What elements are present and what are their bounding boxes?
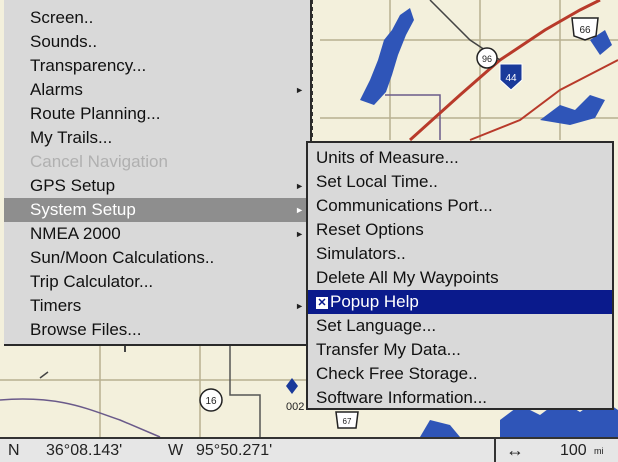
menu-item-label: Trip Calculator... (30, 272, 154, 291)
submenu-item-label: Software Information... (316, 388, 488, 407)
gps-screen: 66 96 44 16 67 002 Screen.. Sounds.. Tra… (0, 0, 618, 462)
menu-item-label: GPS Setup (30, 176, 116, 195)
submenu-item-check-free-storage[interactable]: Check Free Storage.. (308, 362, 612, 386)
submenu-item-label: Popup Help (330, 292, 419, 311)
scale-arrows-icon: ↔ (506, 440, 524, 460)
route-16-shield: 16 (199, 388, 223, 412)
submenu-item-label: Units of Measure... (316, 148, 459, 167)
menu-item-sun-moon[interactable]: Sun/Moon Calculations.. (4, 246, 310, 270)
menu-item-transparency[interactable]: Transparency... (4, 54, 310, 78)
submenu-item-communications-port[interactable]: Communications Port... (308, 194, 612, 218)
submenu-arrow-icon: ► (295, 181, 304, 191)
submenu-item-label: Reset Options (316, 220, 424, 239)
latitude-hemisphere: N (8, 442, 20, 459)
menu-item-gps-setup[interactable]: GPS Setup ► (4, 174, 310, 198)
submenu-item-delete-waypoints[interactable]: Delete All My Waypoints (308, 266, 612, 290)
submenu-item-label: Delete All My Waypoints (316, 268, 499, 287)
submenu-item-label: Simulators.. (316, 244, 406, 263)
submenu-item-software-information[interactable]: Software Information... (308, 386, 612, 410)
submenu-item-transfer-data[interactable]: Transfer My Data... (308, 338, 612, 362)
menu-item-label: Transparency... (30, 56, 147, 75)
svg-text:66: 66 (579, 25, 591, 36)
menu-item-label: Screen.. (30, 8, 94, 27)
submenu-item-simulators[interactable]: Simulators.. (308, 242, 612, 266)
menu-item-alarms[interactable]: Alarms ► (4, 78, 310, 102)
svg-text:002: 002 (286, 401, 304, 413)
submenu-item-label: Check Free Storage.. (316, 364, 478, 383)
menu-item-label: Browse Files... (30, 320, 142, 339)
longitude-value: 95°50.271' (196, 442, 273, 459)
menu-item-label: System Setup (30, 200, 136, 219)
route-96-shield: 96 (476, 47, 498, 69)
longitude-hemisphere: W (168, 442, 184, 459)
latitude-value: 36°08.143' (46, 442, 123, 459)
status-bar: N 36°08.143' W 95°50.271' ↔ 100 mi (0, 437, 618, 462)
submenu-item-label: Set Local Time.. (316, 172, 438, 191)
submenu-item-set-language[interactable]: Set Language... (308, 314, 612, 338)
menu-item-nmea-2000[interactable]: NMEA 2000 ► (4, 222, 310, 246)
menu-item-sounds[interactable]: Sounds.. (4, 30, 310, 54)
submenu-item-label: Transfer My Data... (316, 340, 461, 359)
menu-item-screen[interactable]: Screen.. (4, 6, 310, 30)
submenu-item-units-of-measure[interactable]: Units of Measure... (308, 146, 612, 170)
menu-item-timers[interactable]: Timers ► (4, 294, 310, 318)
route-66-shield: 66 (571, 17, 599, 41)
submenu-item-label: Communications Port... (316, 196, 493, 215)
submenu-arrow-icon: ► (295, 229, 304, 239)
submenu-item-label: Set Language... (316, 316, 437, 335)
menu-item-label: Route Planning... (30, 104, 161, 123)
svg-text:16: 16 (205, 396, 217, 407)
menu-item-system-setup[interactable]: System Setup ► (4, 198, 310, 222)
bottom-route-shield: 67 (335, 411, 359, 429)
scale-value: 100 (560, 442, 587, 459)
submenu-arrow-icon: ► (295, 205, 304, 215)
main-menu: Screen.. Sounds.. Transparency... Alarms… (4, 0, 312, 346)
submenu-item-set-local-time[interactable]: Set Local Time.. (308, 170, 612, 194)
svg-text:67: 67 (343, 417, 352, 426)
menu-item-cancel-navigation: Cancel Navigation (4, 150, 310, 174)
menu-item-browse-files[interactable]: Browse Files... (4, 318, 310, 342)
menu-item-label: Alarms (30, 80, 83, 99)
system-setup-submenu: Units of Measure... Set Local Time.. Com… (306, 141, 614, 410)
menu-item-route-planning[interactable]: Route Planning... (4, 102, 310, 126)
menu-item-label: Sun/Moon Calculations.. (30, 248, 215, 267)
submenu-arrow-icon: ► (295, 85, 304, 95)
menu-item-label: NMEA 2000 (30, 224, 121, 243)
menu-item-label: Timers (30, 296, 82, 315)
checkbox-checked-icon[interactable]: ✕ (316, 296, 328, 309)
submenu-arrow-icon: ► (295, 301, 304, 311)
svg-text:96: 96 (482, 54, 492, 64)
menu-item-label: Cancel Navigation (30, 152, 168, 171)
menu-item-label: My Trails... (30, 128, 113, 147)
submenu-item-popup-help[interactable]: ✕ Popup Help (308, 290, 612, 314)
scale-unit: mi (594, 446, 604, 456)
menu-item-trip-calculator[interactable]: Trip Calculator... (4, 270, 310, 294)
status-divider (494, 439, 496, 462)
svg-text:44: 44 (505, 73, 517, 84)
menu-item-my-trails[interactable]: My Trails... (4, 126, 310, 150)
menu-item-label: Sounds.. (30, 32, 98, 51)
submenu-item-reset-options[interactable]: Reset Options (308, 218, 612, 242)
